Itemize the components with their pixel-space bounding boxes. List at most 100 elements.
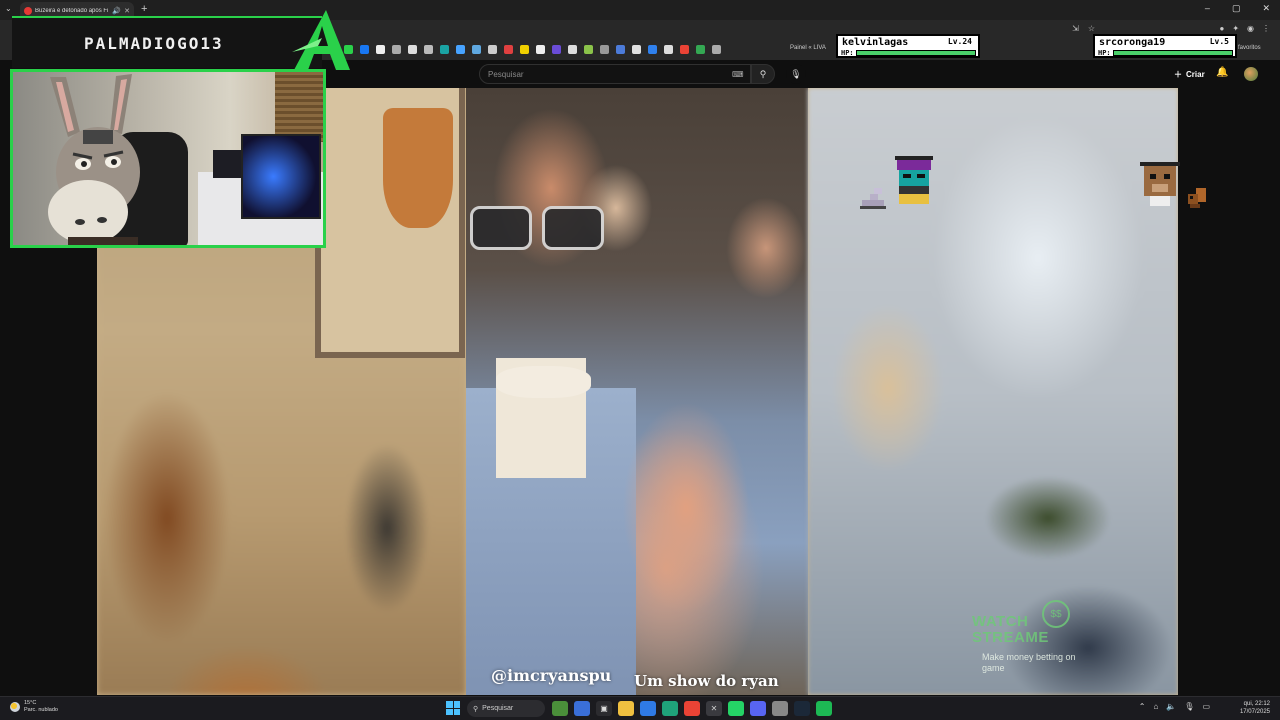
bookmark-icon[interactable] xyxy=(584,45,593,54)
hp-label: HP: xyxy=(841,49,854,57)
close-window-button[interactable]: ✕ xyxy=(1262,3,1270,14)
squirrel-pet-sprite-icon xyxy=(1188,188,1206,208)
player-card-kelvinlagas: kelvinlagas Lv.24 HP: xyxy=(836,34,980,58)
player-level: Lv.24 xyxy=(947,37,972,46)
keyboard-icon[interactable]: ⌨ xyxy=(732,70,744,79)
pixel-character-sprite-icon xyxy=(895,156,933,204)
search-button[interactable]: ⚲ xyxy=(751,64,775,84)
tab-title: Buzeira é detonado após Fi xyxy=(35,8,109,14)
search-icon: ⚲ xyxy=(759,68,767,79)
player-name: kelvinlagas xyxy=(842,37,909,48)
bookmark-icon[interactable] xyxy=(504,45,513,54)
tab-search-icon[interactable]: ⌄ xyxy=(5,4,12,13)
voice-search-button[interactable]: 🎙 xyxy=(786,64,806,84)
bookmark-icon[interactable] xyxy=(648,45,657,54)
bookmark-icon[interactable] xyxy=(472,45,481,54)
system-tray: ⌃ ⌂ 🔈 🎙 ▭ xyxy=(1139,702,1210,711)
video-background-frame xyxy=(315,88,465,358)
task-view-icon[interactable]: ▣ xyxy=(596,701,612,716)
player-level: Lv.5 xyxy=(1209,37,1229,46)
maximize-button[interactable]: ▢ xyxy=(1232,3,1241,14)
bookmark-icon[interactable] xyxy=(568,45,577,54)
microphone-icon[interactable]: 🎙 xyxy=(1184,702,1194,711)
bookmark-icon[interactable] xyxy=(408,45,417,54)
bookmark-icon[interactable] xyxy=(440,45,449,54)
new-tab-button[interactable]: + xyxy=(141,3,147,15)
taskbar-apps: ▣ ✕ xyxy=(552,701,832,716)
settings-gear-icon[interactable] xyxy=(772,701,788,716)
notifications-bell-icon[interactable]: 🔔 xyxy=(1216,67,1228,78)
weather-widget[interactable]: 15°C Parc. nublado xyxy=(10,700,58,714)
bookmark-icon[interactable] xyxy=(616,45,625,54)
bookmark-icon[interactable] xyxy=(696,45,705,54)
donkey-avatar-icon xyxy=(48,74,140,245)
taskbar-clock[interactable]: qui, 22:12 17/07/2025 xyxy=(1240,700,1270,716)
sunglasses xyxy=(466,206,606,254)
create-label: Criar xyxy=(1186,69,1205,79)
network-icon[interactable]: ⌂ xyxy=(1153,702,1158,711)
bookmark-icons xyxy=(344,45,721,54)
partly-cloudy-icon xyxy=(10,702,20,712)
monkey-character-sprite-icon xyxy=(1140,162,1180,206)
bookmark-icon[interactable] xyxy=(536,45,545,54)
install-icon[interactable]: ⇲ xyxy=(1072,24,1079,33)
bookmark-icon[interactable] xyxy=(392,45,401,54)
taskbar-search[interactable]: ⚲ Pesquisar xyxy=(467,700,545,717)
watermark-title: WATCH STREAME xyxy=(972,613,1049,646)
bookmark-icon[interactable] xyxy=(712,45,721,54)
avatar[interactable] xyxy=(1244,67,1258,81)
profile-icon[interactable]: ◉ xyxy=(1247,24,1254,33)
bookmark-icon[interactable] xyxy=(520,45,529,54)
hp-bar xyxy=(856,50,976,56)
search-input[interactable]: Pesquisar xyxy=(479,64,751,84)
video-caption-show: Um show do ryan xyxy=(634,672,779,690)
youtube-favicon-icon xyxy=(24,7,32,15)
discord-icon[interactable] xyxy=(750,701,766,716)
store-icon[interactable] xyxy=(640,701,656,716)
facebook-icon[interactable] xyxy=(360,45,369,54)
bookmark-icon[interactable] xyxy=(632,45,641,54)
extension-icon[interactable]: ● xyxy=(1219,24,1224,33)
hp-label: HP: xyxy=(1098,49,1111,57)
hp-bar xyxy=(1113,50,1233,56)
extensions-puzzle-icon[interactable]: ✦ xyxy=(1232,24,1239,33)
volume-icon[interactable]: 🔈 xyxy=(1166,702,1176,711)
terminal-icon[interactable]: ✕ xyxy=(706,701,722,716)
taskbar-search-label: Pesquisar xyxy=(482,705,514,712)
bookmark-icon[interactable] xyxy=(552,45,561,54)
bookmark-icon[interactable] xyxy=(664,45,673,54)
star-icon[interactable]: ☆ xyxy=(1088,24,1095,33)
tab-close-icon[interactable]: ✕ xyxy=(124,7,130,15)
minimize-button[interactable]: – xyxy=(1205,3,1210,14)
file-explorer-icon[interactable] xyxy=(618,701,634,716)
chrome-icon[interactable] xyxy=(684,701,700,716)
copilot-icon[interactable] xyxy=(574,701,590,716)
windows-taskbar: 15°C Parc. nublado ⚲ Pesquisar ▣ ✕ ⌃ ⌂ 🔈… xyxy=(0,696,1280,720)
edge-icon[interactable] xyxy=(662,701,678,716)
taskbar-app-icon[interactable] xyxy=(552,701,568,716)
create-button[interactable]: ＋ Criar xyxy=(1168,64,1211,84)
speaker-icon[interactable]: 🔊 xyxy=(112,7,121,15)
steam-icon[interactable] xyxy=(794,701,810,716)
clock-time: qui, 22:12 xyxy=(1243,701,1270,707)
spotify-icon[interactable] xyxy=(816,701,832,716)
webcam-frame xyxy=(10,69,326,248)
weather-desc: Parc. nublado xyxy=(24,707,58,713)
battery-icon[interactable]: ▭ xyxy=(1202,702,1210,711)
whatsapp-icon[interactable] xyxy=(728,701,744,716)
watermark-subtitle: Make money betting on game xyxy=(982,652,1076,673)
bookmark-icon[interactable] xyxy=(488,45,497,54)
bookmark-painel[interactable]: Painel « LIVA xyxy=(790,45,826,51)
chevron-up-icon[interactable]: ⌃ xyxy=(1139,702,1146,711)
bookmark-icon[interactable] xyxy=(456,45,465,54)
x-icon[interactable] xyxy=(376,45,385,54)
extension-icons: ● ✦ ◉ ⋮ xyxy=(1219,24,1270,33)
player-name: srcoronga19 xyxy=(1099,37,1166,48)
bookmark-icon[interactable] xyxy=(680,45,689,54)
bookmark-icon[interactable] xyxy=(424,45,433,54)
windows-start-button[interactable] xyxy=(446,701,460,715)
bookmark-icon[interactable] xyxy=(600,45,609,54)
menu-dots-icon[interactable]: ⋮ xyxy=(1262,24,1270,33)
video-main-frame xyxy=(466,88,808,695)
address-bar-actions: ⇲ ☆ xyxy=(1072,24,1095,33)
